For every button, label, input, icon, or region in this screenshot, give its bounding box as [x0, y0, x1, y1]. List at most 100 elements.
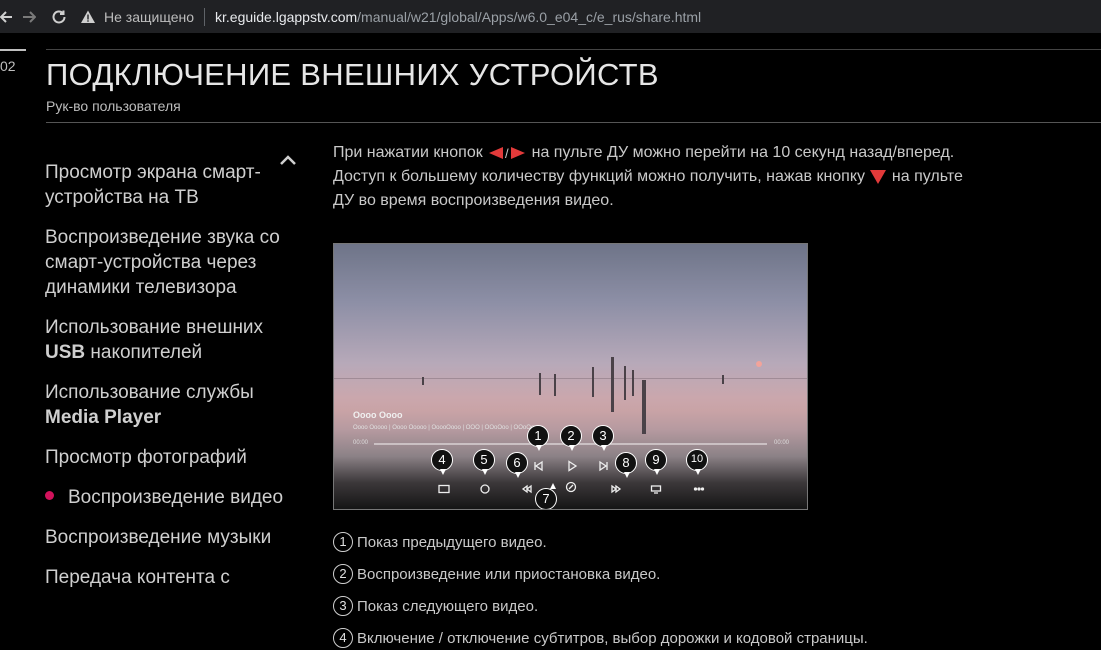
- header-rule-top: [46, 49, 1101, 50]
- video-title: Oooo Oooo: [353, 410, 403, 420]
- list-text: Показ предыдущего видео.: [357, 533, 547, 551]
- pier-post: [554, 374, 556, 396]
- paragraph-text: на пульте ДУ можно перейти на 10 секунд …: [527, 144, 955, 161]
- fast-forward-icon: [610, 482, 622, 494]
- callout-7: 7: [535, 483, 557, 509]
- browser-toolbar: Не защищено kr.eguide.lgappstv.com/manua…: [0, 0, 1101, 33]
- sidebar-item-label: накопителей: [85, 342, 203, 363]
- sidebar-item-label-bold: USB: [45, 342, 86, 363]
- playback-speed-icon: [565, 480, 577, 493]
- subtitles-icon: [438, 482, 450, 494]
- sidebar-item-photos[interactable]: Просмотр фотографий: [45, 445, 285, 470]
- arrow-right-icon: [23, 10, 36, 23]
- list-number: 3: [333, 596, 353, 616]
- callout-1: 1: [527, 425, 549, 451]
- sidebar-item-content-transfer[interactable]: Передача контента с: [45, 565, 285, 590]
- sidebar-item-label-bold: Media Player: [45, 407, 162, 428]
- url-host[interactable]: kr.eguide.lgappstv.com: [215, 9, 357, 25]
- page-title: ПОДКЛЮЧЕНИЕ ВНЕШНИХ УСТРОЙСТВ: [46, 57, 659, 92]
- sidebar-item-label: Просмотр экрана смарт-устройства на ТВ: [45, 162, 261, 208]
- warning-icon: [81, 10, 95, 23]
- play-icon: [566, 459, 578, 472]
- sidebar-item-label: Воспроизведение звука со смарт-устройств…: [45, 227, 280, 298]
- page-subtitle: Рук-во пользователя: [46, 98, 181, 114]
- pier-post: [422, 377, 424, 385]
- sidebar-item-label: Передача контента с: [45, 567, 230, 588]
- address-separator: [204, 7, 205, 26]
- sidebar-item-video-active[interactable]: Воспроизведение видео: [45, 485, 285, 510]
- security-label[interactable]: Не защищено: [104, 9, 194, 25]
- sidebar-item-label: Использование внешних: [45, 317, 264, 338]
- repeat-icon: [479, 482, 491, 494]
- back-button[interactable]: [0, 2, 14, 32]
- reload-button[interactable]: [44, 2, 74, 32]
- sidebar-item-media-player[interactable]: Использование службы Media Player: [45, 380, 285, 430]
- more-icon: [693, 482, 705, 494]
- pier-post: [632, 370, 634, 396]
- active-dot-icon: [45, 491, 54, 501]
- video-meta: Oooo Ooooo | Oooo Ooooo | OoooOooo | OOO…: [353, 425, 535, 431]
- paragraph-text: Доступ к большему количеству функций мож…: [333, 168, 870, 185]
- sidebar-item-label: Просмотр фотографий: [45, 447, 247, 468]
- horizon-line: [334, 378, 807, 379]
- svg-text:/: /: [505, 146, 509, 160]
- pier-post: [539, 373, 541, 395]
- sun-shape: [756, 361, 762, 367]
- sidebar-item-label: Использование службы: [45, 382, 254, 403]
- list-text: Воспроизведение или приостановка видео.: [357, 565, 661, 583]
- header-divider: [46, 122, 1101, 123]
- prev-icon: [532, 459, 544, 472]
- main-content: При нажатии кнопок / на пульте ДУ можно …: [333, 141, 1053, 213]
- paragraph-text: на пульте: [887, 168, 963, 185]
- list-number: 1: [333, 532, 353, 552]
- next-icon: [598, 459, 610, 472]
- sidebar-item-usb-storage[interactable]: Использование внешних USB накопителей: [45, 315, 285, 365]
- list-item: 3 Показ следующего видео.: [333, 590, 1053, 622]
- time-end: 00:00: [774, 440, 790, 446]
- callout-2: 2: [560, 425, 582, 451]
- list-text: Включение / отключение субтитров, выбор …: [357, 629, 868, 647]
- address-bar[interactable]: Не защищено kr.eguide.lgappstv.com/manua…: [80, 0, 701, 33]
- url-path[interactable]: /manual/w21/global/Apps/w6.0_e04_c/e_rus…: [357, 9, 701, 25]
- sidebar-nav: Просмотр экрана смарт-устройства на ТВ В…: [45, 160, 285, 605]
- pier-post: [642, 380, 646, 434]
- forward-button[interactable]: [14, 2, 44, 32]
- arrow-left-icon: [0, 10, 12, 23]
- screen-share-icon: [650, 482, 662, 494]
- sidebar-item-label: Воспроизведение видео: [68, 487, 284, 508]
- sidebar-item-music[interactable]: Воспроизведение музыки: [45, 525, 285, 550]
- page-number: 02: [0, 58, 16, 74]
- paragraph-text: ДУ во время воспроизведения видео.: [333, 192, 614, 209]
- callout-9: 9: [645, 449, 667, 475]
- list-text: Показ следующего видео.: [357, 597, 539, 615]
- paragraph-skip: При нажатии кнопок / на пульте ДУ можно …: [333, 141, 1053, 213]
- sidebar-item-screen-sharing[interactable]: Просмотр экрана смарт-устройства на ТВ: [45, 160, 285, 210]
- manual-page: 02 ПОДКЛЮЧЕНИЕ ВНЕШНИХ УСТРОЙСТВ Рук-во …: [0, 33, 1101, 650]
- pier-post: [592, 367, 594, 397]
- sidebar-item-label: Воспроизведение музыки: [45, 527, 272, 548]
- list-item: 1 Показ предыдущего видео.: [333, 526, 1053, 558]
- paragraph-text: При нажатии кнопок: [333, 144, 488, 161]
- remote-left-right-buttons-icon: /: [489, 146, 526, 160]
- list-item: 4 Включение / отключение субтитров, выбор…: [333, 622, 1053, 650]
- video-player-illustration: Oooo Oooo Oooo Ooooo | Oooo Ooooo | Oooo…: [333, 243, 808, 510]
- callout-3: 3: [592, 425, 614, 451]
- callout-10: 10: [686, 449, 708, 475]
- callout-5: 5: [473, 449, 495, 475]
- pier-post: [611, 357, 614, 412]
- pier-post: [624, 366, 626, 400]
- pier-post: [722, 375, 724, 384]
- sidebar-item-sound-sharing[interactable]: Воспроизведение звука со смарт-устройств…: [45, 225, 285, 300]
- remote-down-button-icon: [870, 169, 887, 184]
- callout-4: 4: [431, 449, 453, 475]
- callout-6: 6: [506, 452, 528, 478]
- callout-8: 8: [615, 452, 637, 478]
- list-number: 4: [333, 628, 353, 648]
- feature-list: 1 Показ предыдущего видео. 2 Воспроизведен…: [333, 526, 1053, 650]
- time-start: 00:00: [353, 440, 369, 446]
- list-item: 2 Воспроизведение или приостановка видео.: [333, 558, 1053, 590]
- list-number: 2: [333, 564, 353, 584]
- page-number-rule: [0, 49, 26, 51]
- reload-icon: [52, 9, 66, 23]
- rewind-icon: [521, 482, 533, 494]
